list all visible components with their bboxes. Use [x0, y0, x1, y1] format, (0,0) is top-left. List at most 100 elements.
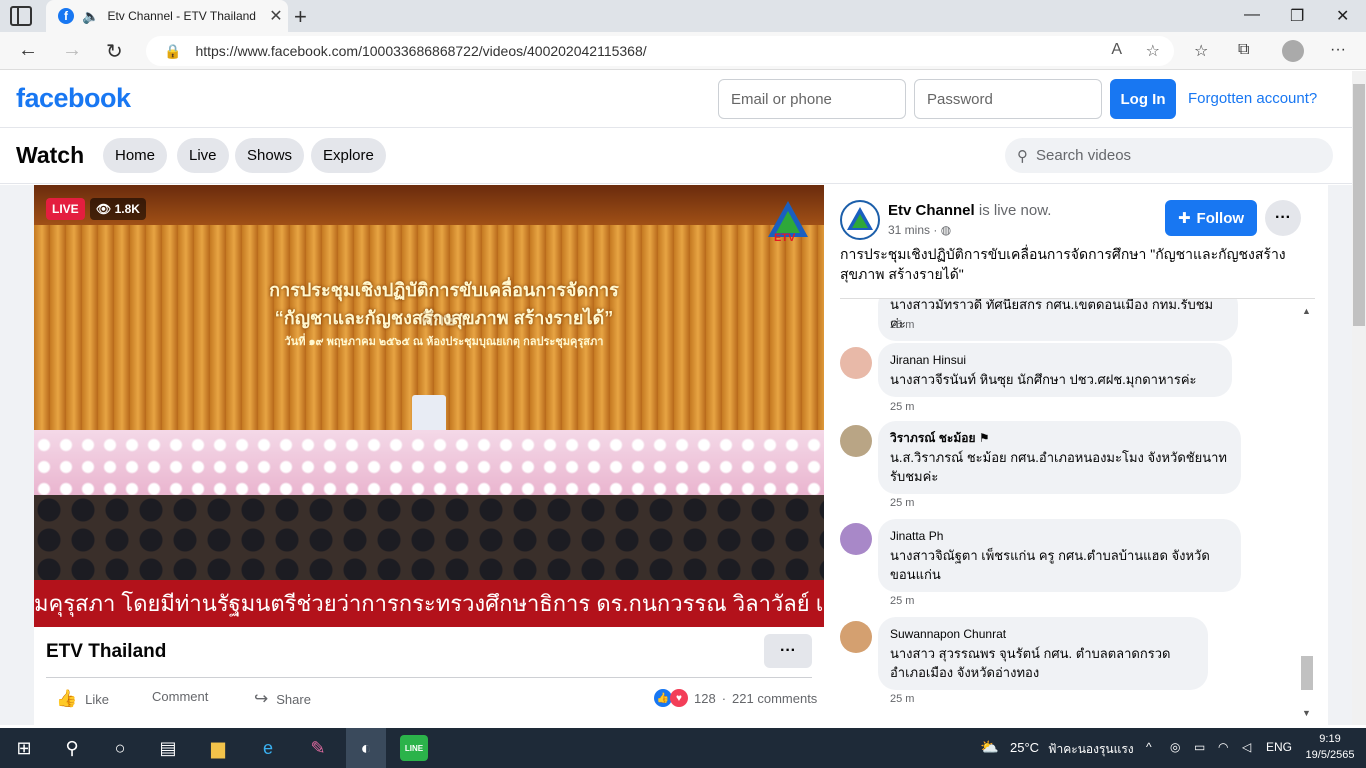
- comment-bubble: นางสาวมัทราวดี ทัศนียสกร กศน.เขตดอนเมือง…: [878, 298, 1238, 341]
- refresh-icon[interactable]: ↻: [106, 39, 123, 64]
- share-label: Share: [276, 691, 311, 707]
- clock-time: 9:19: [1319, 733, 1341, 745]
- lock-icon[interactable]: 🔒: [164, 43, 181, 60]
- etv-logo: ETV: [768, 201, 808, 244]
- favorite-add-icon[interactable]: ☆: [1146, 41, 1160, 61]
- line-icon[interactable]: LINE: [400, 735, 428, 761]
- read-aloud-icon[interactable]: A: [1111, 41, 1122, 59]
- share-button[interactable]: ↪ Share: [254, 689, 311, 709]
- commenter-name[interactable]: Jiranan Hinsui: [890, 351, 1220, 370]
- comment-time[interactable]: 25 m: [890, 497, 914, 509]
- live-status: is live now.: [978, 202, 1052, 219]
- windows-taskbar: ⊞ ⚲ ○ ▤ ▆ e ✎ ◐ LINE ⛅ 25°C ฟ้าคะนองรุนแ…: [0, 728, 1366, 768]
- url-field[interactable]: 🔒 https://www.facebook.com/1000336868687…: [146, 36, 1174, 66]
- comment-time[interactable]: 25 m: [890, 693, 914, 705]
- login-button[interactable]: Log In: [1110, 79, 1176, 119]
- viewer-count: 👁 1.8K: [90, 198, 146, 220]
- comments-count[interactable]: 221 comments: [732, 691, 817, 706]
- commenter-name[interactable]: Jinatta Ph: [890, 527, 1229, 546]
- commenter-avatar[interactable]: [840, 621, 872, 653]
- commenter-name-text: วิราภรณ์ ชะม้อย: [890, 431, 976, 445]
- etv-logo-text: ETV: [774, 232, 796, 244]
- forgot-account-link[interactable]: Forgotten account?: [1188, 90, 1317, 107]
- comment-button[interactable]: Comment: [152, 689, 208, 704]
- search-icon[interactable]: ⚲: [58, 735, 86, 761]
- facebook-favicon-icon: f: [58, 8, 74, 24]
- news-ticker: มคุรุสภา โดยมีท่านรัฐมนตรีช่วยว่าการกระท…: [34, 580, 824, 627]
- post-more-button[interactable]: ···: [1265, 200, 1301, 236]
- wifi-icon[interactable]: ◠: [1218, 740, 1228, 754]
- weather-temp[interactable]: 25°C: [1010, 740, 1039, 755]
- tab-actions-icon[interactable]: [10, 6, 32, 26]
- comment-bubble: Jinatta Ph นางสาวจิณัฐตา เพ็ชรแก่น ครู ก…: [878, 519, 1241, 592]
- video-more-button[interactable]: ···: [764, 634, 812, 668]
- meet-now-icon[interactable]: ◎: [1170, 740, 1180, 754]
- comment-time[interactable]: 25 m: [890, 595, 914, 607]
- weather-icon[interactable]: ⛅: [980, 738, 999, 756]
- post-side-panel: Etv Channel is live now. 31 mins · ◍ ✚ Fo…: [824, 185, 1328, 725]
- follow-button[interactable]: ✚ Follow: [1165, 200, 1257, 236]
- nav-explore[interactable]: Explore: [311, 138, 386, 173]
- edge-icon[interactable]: ◐: [346, 728, 386, 768]
- comment-text: นางสาวมัทราวดี ทัศนียสกร กศน.เขตดอนเมือง…: [890, 298, 1214, 331]
- profile-avatar-icon[interactable]: [1282, 40, 1304, 62]
- nav-live[interactable]: Live: [177, 138, 229, 173]
- forward-icon[interactable]: →: [62, 39, 82, 62]
- commenter-name[interactable]: วิราภรณ์ ชะม้อย ⚑: [890, 429, 1229, 448]
- close-window-icon[interactable]: ✕: [1336, 6, 1349, 26]
- nav-home[interactable]: Home: [103, 138, 168, 173]
- minimize-icon[interactable]: —: [1244, 6, 1260, 24]
- task-view-icon[interactable]: ▤: [154, 735, 182, 761]
- commenter-avatar[interactable]: [840, 523, 872, 555]
- commenter-name[interactable]: Suwannapon Chunrat: [890, 625, 1196, 644]
- settings-menu-icon[interactable]: ···: [1330, 41, 1346, 59]
- watch-nav-bar: Watch Home Live Shows Explore ⚲ Search v…: [0, 128, 1352, 184]
- paint-icon[interactable]: ✎: [304, 735, 332, 761]
- cortana-icon[interactable]: ○: [106, 735, 134, 761]
- search-videos-input[interactable]: ⚲ Search videos: [1005, 138, 1333, 173]
- volume-icon[interactable]: ◁: [1242, 740, 1251, 754]
- commenter-avatar[interactable]: [840, 425, 872, 457]
- new-tab-icon[interactable]: +: [294, 4, 307, 30]
- comment-time[interactable]: 25 m: [890, 319, 914, 331]
- search-placeholder: Search videos: [1036, 147, 1132, 164]
- internet-explorer-icon[interactable]: e: [254, 735, 282, 761]
- battery-icon[interactable]: ▭: [1194, 740, 1205, 754]
- speaker-icon[interactable]: 🔈: [82, 8, 99, 25]
- maximize-icon[interactable]: ❐: [1290, 6, 1304, 26]
- comment-text: นางสาวจิณัฐตา เพ็ชรแก่น ครู กศน.ตำบลบ้าน…: [890, 548, 1210, 582]
- nav-shows[interactable]: Shows: [235, 138, 305, 173]
- commenter-avatar[interactable]: [840, 347, 872, 379]
- scroll-up-icon[interactable]: ▲: [1302, 306, 1311, 316]
- tab-close-icon[interactable]: ✕: [264, 6, 288, 26]
- follow-icon: ✚: [1177, 210, 1191, 227]
- comments-scrollbar-thumb[interactable]: [1301, 656, 1313, 690]
- globe-icon: ◍: [940, 223, 952, 237]
- comment-time[interactable]: 25 m: [890, 401, 914, 413]
- like-button[interactable]: 👍 Like: [56, 689, 109, 709]
- page-name[interactable]: Etv Channel: [888, 202, 975, 219]
- page-scrollbar-thumb[interactable]: [1353, 84, 1365, 326]
- favorites-icon[interactable]: ☆: [1194, 41, 1208, 61]
- audience: [34, 495, 824, 585]
- video-info: ETV Thailand ··· 👍 Like Comment ↪ Share 👍 …: [34, 627, 824, 725]
- browser-tab[interactable]: f 🔈 Etv Channel - ETV Thailand ✕: [46, 0, 288, 32]
- weather-desc[interactable]: ฟ้าคะนองรุนแรง: [1048, 740, 1134, 759]
- page-avatar[interactable]: [840, 200, 880, 240]
- follow-label: Follow: [1196, 209, 1245, 227]
- collections-icon[interactable]: ⧉: [1238, 41, 1249, 59]
- start-icon[interactable]: ⊞: [10, 735, 38, 761]
- tray-expand-icon[interactable]: ^: [1146, 740, 1152, 754]
- reactions-summary[interactable]: 👍 ♥ 128 · 221 comments: [654, 689, 817, 707]
- watch-title: Watch: [16, 142, 85, 168]
- scroll-down-icon[interactable]: ▼: [1302, 708, 1311, 718]
- clock[interactable]: 9:19 19/5/2565: [1300, 731, 1360, 763]
- language-indicator[interactable]: ENG: [1266, 740, 1292, 754]
- comment-text: นางสาว สุวรรณพร จุนรัตน์ กศน. ตำบลตลาดกร…: [890, 646, 1171, 680]
- email-field[interactable]: Email or phone: [718, 79, 906, 119]
- facebook-logo[interactable]: facebook: [16, 83, 131, 114]
- file-explorer-icon[interactable]: ▆: [204, 735, 232, 761]
- back-icon[interactable]: ←: [18, 39, 38, 62]
- video-player[interactable]: การประชุมเชิงปฏิบัติการขับเคลื่อนการจัดก…: [34, 185, 824, 627]
- password-field[interactable]: Password: [914, 79, 1102, 119]
